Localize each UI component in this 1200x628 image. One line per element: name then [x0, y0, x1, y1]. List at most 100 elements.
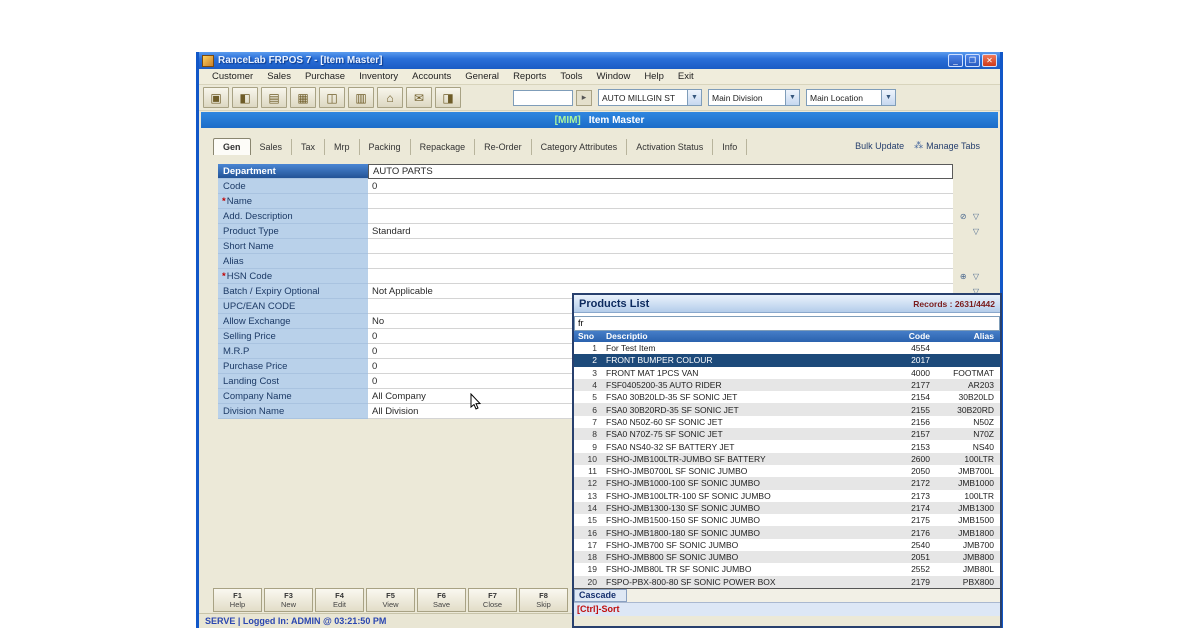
field-label: Add. Description: [218, 209, 368, 224]
table-row[interactable]: 4 FSF0405200-35 AUTO RIDER 2177 AR203: [574, 378, 1000, 392]
function-key-button[interactable]: F8 Skip: [519, 588, 568, 612]
toolbar-button[interactable]: ⌂: [377, 87, 403, 108]
function-key-button[interactable]: F3 New: [264, 588, 313, 612]
col-alias[interactable]: Alias: [934, 331, 1000, 341]
tab-actions: Bulk Update ⁂ Manage Tabs: [855, 140, 980, 151]
table-row[interactable]: 1 For Test Item 4554: [574, 342, 1000, 355]
tab[interactable]: Gen: [213, 138, 251, 155]
toolbar-button[interactable]: ▤: [261, 87, 287, 108]
close-button[interactable]: ✕: [982, 54, 997, 67]
field-options-icons[interactable]: ▽: [953, 224, 983, 239]
popup-titlebar[interactable]: Products List Records : 2631/4442: [574, 295, 1000, 313]
field-value[interactable]: [368, 254, 953, 269]
menu-item[interactable]: Accounts: [405, 70, 458, 83]
field-options-icons[interactable]: [953, 179, 983, 194]
col-description[interactable]: Descriptio: [600, 331, 884, 341]
form-row: Code 0: [218, 179, 983, 194]
field-value[interactable]: 0: [368, 179, 953, 194]
field-options-icons[interactable]: ⊘ ▽: [953, 209, 983, 224]
division-select[interactable]: Main Division ▼: [708, 89, 800, 106]
menu-item[interactable]: Purchase: [298, 70, 352, 83]
field-value[interactable]: [368, 209, 953, 224]
bulk-update-link[interactable]: Bulk Update: [855, 141, 904, 151]
field-options-icons[interactable]: [953, 254, 983, 269]
toolbar-button[interactable]: ✉: [406, 87, 432, 108]
toolbar-button[interactable]: ▦: [290, 87, 316, 108]
menu-item[interactable]: Tools: [553, 70, 589, 83]
menu-item[interactable]: Reports: [506, 70, 553, 83]
tab[interactable]: Category Attributes: [532, 139, 628, 155]
table-row[interactable]: 16 FSHO-JMB1800-180 SF SONIC JUMBO 2176 …: [574, 526, 1000, 539]
toolbar-icon: ⌂: [386, 90, 394, 105]
function-key-button[interactable]: F6 Save: [417, 588, 466, 612]
field-options-icons[interactable]: [953, 239, 983, 254]
field-value[interactable]: [368, 239, 953, 254]
field-value[interactable]: [368, 269, 953, 284]
field-value[interactable]: AUTO PARTS: [368, 164, 953, 179]
table-row[interactable]: 13 FSHO-JMB100LTR-100 SF SONIC JUMBO 217…: [574, 489, 1000, 502]
tab[interactable]: Repackage: [411, 139, 476, 155]
window-titlebar[interactable]: RanceLab FRPOS 7 - [Item Master] _ ❐ ✕: [199, 52, 1000, 69]
table-row[interactable]: 9 FSA0 NS40-32 SF BATTERY JET 2153 NS40: [574, 440, 1000, 453]
menu-item[interactable]: Window: [590, 70, 638, 83]
menu-item[interactable]: Inventory: [352, 70, 405, 83]
field-options-icons[interactable]: ⊕ ▽: [953, 269, 983, 284]
col-sno[interactable]: Sno: [574, 331, 600, 341]
tab[interactable]: Sales: [251, 139, 293, 155]
location-select[interactable]: Main Location ▼: [806, 89, 896, 106]
field-options-icons[interactable]: [953, 194, 983, 209]
toolbar-button[interactable]: ▥: [348, 87, 374, 108]
table-row[interactable]: 12 FSHO-JMB1000-100 SF SONIC JUMBO 2172 …: [574, 477, 1000, 490]
tab[interactable]: Mrp: [325, 139, 360, 155]
menu-item[interactable]: Sales: [260, 70, 298, 83]
tab[interactable]: Packing: [360, 139, 411, 155]
tab[interactable]: Re-Order: [475, 139, 532, 155]
tab[interactable]: Tax: [292, 139, 326, 155]
field-options-icons[interactable]: [953, 164, 983, 179]
table-row[interactable]: 18 FSHO-JMB800 SF SONIC JUMBO 2051 JMB80…: [574, 551, 1000, 564]
quick-search-input[interactable]: [513, 89, 573, 106]
tab[interactable]: Activation Status: [627, 139, 714, 155]
table-row[interactable]: 6 FSA0 30B20RD-35 SF SONIC JET 2155 30B2…: [574, 403, 1000, 416]
toolbar-button[interactable]: ◧: [232, 87, 258, 108]
field-label: Company Name: [218, 389, 368, 404]
table-row[interactable]: 11 FSHO-JMB0700L SF SONIC JUMBO 2050 JMB…: [574, 464, 1000, 478]
search-go-button[interactable]: ▸: [576, 89, 592, 106]
table-row[interactable]: 2 FRONT BUMPER COLOUR 2017: [574, 354, 1000, 367]
list-filter-input[interactable]: [574, 315, 1000, 331]
tab-strip: Gen Sales Tax Mrp Packing Repackage Re-O…: [213, 136, 748, 155]
company-select[interactable]: AUTO MILLGIN ST ▼: [598, 89, 702, 106]
menu-item[interactable]: Customer: [205, 70, 260, 83]
table-row[interactable]: 19 FSHO-JMB80L TR SF SONIC JUMBO 2552 JM…: [574, 563, 1000, 576]
toolbar-button[interactable]: ◨: [435, 87, 461, 108]
col-code[interactable]: Code: [884, 331, 934, 341]
toolbar-button[interactable]: ◫: [319, 87, 345, 108]
table-row[interactable]: 8 FSA0 N70Z-75 SF SONIC JET 2157 N70Z: [574, 428, 1000, 441]
table-row[interactable]: 7 FSA0 N50Z-60 SF SONIC JET 2156 N50Z: [574, 415, 1000, 429]
field-value[interactable]: [368, 194, 953, 209]
table-row[interactable]: 20 FSPO-PBX-800-80 SF SONIC POWER BOX 21…: [574, 575, 1000, 588]
field-value[interactable]: Standard: [368, 224, 953, 239]
table-row[interactable]: 10 FSHO-JMB100LTR-JUMBO SF BATTERY 2600 …: [574, 452, 1000, 465]
manage-tabs-link[interactable]: ⁂ Manage Tabs: [914, 140, 980, 151]
table-row[interactable]: 15 FSHO-JMB1500-150 SF SONIC JUMBO 2175 …: [574, 514, 1000, 527]
toolbar-button[interactable]: ▣: [203, 87, 229, 108]
cascade-button[interactable]: Cascade: [574, 588, 628, 602]
popup-title: Products List: [579, 297, 650, 310]
table-row[interactable]: 5 FSA0 30B20LD-35 SF SONIC JET 2154 30B2…: [574, 391, 1000, 404]
function-key-button[interactable]: F7 Close: [468, 588, 517, 612]
function-key-button[interactable]: F5 View: [366, 588, 415, 612]
function-key-button[interactable]: F1 Help: [213, 588, 262, 612]
table-row[interactable]: 3 FRONT MAT 1PCS VAN 4000 FOOTMAT: [574, 366, 1000, 379]
table-row[interactable]: 17 FSHO-JMB700 SF SONIC JUMBO 2540 JMB70…: [574, 538, 1000, 552]
menu-item[interactable]: Help: [637, 70, 671, 83]
toolbar: ▣ ◧ ▤ ▦ ◫ ▥ ⌂ ✉ ◨ ▸ AUTO MILLGIN ST ▼ Ma…: [199, 85, 1000, 111]
minimize-button[interactable]: _: [948, 54, 963, 67]
restore-button[interactable]: ❐: [965, 54, 980, 67]
menu-item[interactable]: Exit: [671, 70, 701, 83]
tab[interactable]: Info: [713, 139, 748, 155]
function-key-bar: F1 Help F3 New F4 Edit F5 View F6 Save F…: [213, 588, 568, 612]
menu-item[interactable]: General: [458, 70, 506, 83]
function-key-button[interactable]: F4 Edit: [315, 588, 364, 612]
table-row[interactable]: 14 FSHO-JMB1300-130 SF SONIC JUMBO 2174 …: [574, 501, 1000, 515]
